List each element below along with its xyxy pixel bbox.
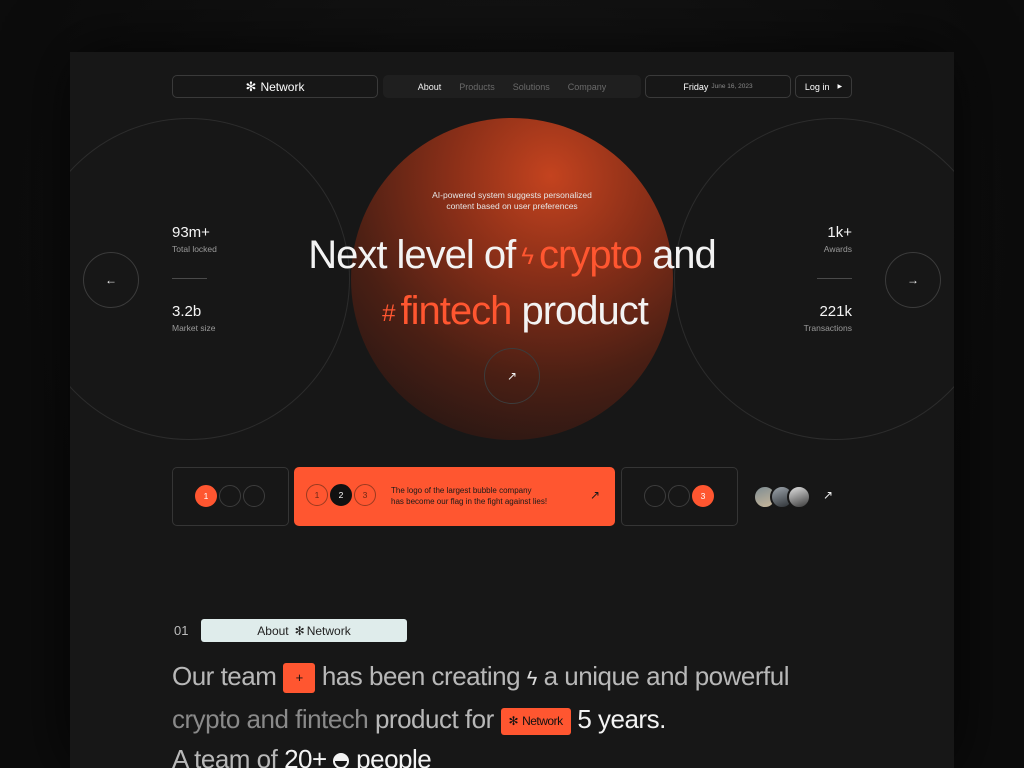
- about-network-pill: About ✻ Network: [201, 619, 407, 642]
- slide-dot[interactable]: [644, 485, 666, 507]
- slide-dot[interactable]: 2: [330, 484, 352, 506]
- hero-tagline: AI-powered system suggests personalized …: [412, 190, 612, 212]
- nav-about[interactable]: About: [418, 82, 442, 92]
- next-button[interactable]: →: [885, 252, 941, 308]
- stat-label: Market size: [172, 323, 216, 333]
- login-label: Log in: [804, 81, 830, 92]
- asterisk-icon: ✻: [294, 623, 305, 638]
- lightning-icon: ϟ: [526, 668, 538, 690]
- avatar: [787, 485, 811, 509]
- hero-cta-button[interactable]: ↗: [484, 348, 540, 404]
- text-our-team: Our team: [172, 661, 277, 691]
- headline-highlight-fintech: fintech: [400, 289, 512, 334]
- pill-label: About: [257, 623, 289, 638]
- text-crypto-fintech: crypto and fintech: [172, 704, 369, 734]
- slide-dot[interactable]: 1: [195, 485, 217, 507]
- slide-dot[interactable]: 3: [692, 485, 714, 507]
- date-day: Friday: [683, 81, 709, 92]
- logo-text: Network: [260, 79, 305, 94]
- text-people: people: [356, 744, 432, 768]
- login-button[interactable]: Log in ▶: [795, 75, 852, 98]
- slide-dot[interactable]: 3: [354, 484, 376, 506]
- section-number: 01: [174, 623, 189, 638]
- slide-card-2-active[interactable]: 1 2 3 The logo of the largest bubble com…: [294, 467, 615, 526]
- text-20plus: 20+: [284, 744, 327, 768]
- date-full: June 16, 2023: [711, 83, 753, 90]
- about-statement: Our team + has been creating ϟ a unique …: [172, 656, 872, 768]
- lightning-icon: ϟ: [521, 243, 534, 271]
- nav-company[interactable]: Company: [568, 82, 607, 92]
- hero-headline: Next level of ϟ crypto and # fintech produc…: [220, 228, 804, 341]
- arrow-up-right-icon: ↗: [506, 369, 518, 383]
- tagline-line1: AI-powered system suggests personalized: [432, 190, 592, 200]
- pill-brand: Network: [306, 623, 351, 638]
- arrow-up-right-icon[interactable]: ↗: [823, 488, 833, 502]
- asterisk-icon: ✻: [245, 78, 257, 94]
- hash-icon: #: [382, 299, 395, 327]
- half-circle-icon: [333, 753, 350, 768]
- arrow-up-right-icon[interactable]: ↗: [590, 488, 600, 502]
- headline-highlight-crypto: crypto: [539, 233, 643, 277]
- stat-total-locked: 93m+ Total locked: [172, 224, 217, 254]
- text-product-for: product for: [374, 704, 494, 734]
- slide-text: The logo of the largest bubble company h…: [391, 485, 547, 507]
- slide-dot[interactable]: [243, 485, 265, 507]
- badge-text: Network: [522, 714, 563, 729]
- network-badge: ✻ Network: [500, 707, 571, 735]
- slide-dot[interactable]: [219, 485, 241, 507]
- site-frame: ✻ Network About Products Solutions Compa…: [70, 52, 954, 768]
- stat-awards: 1k+ Awards: [770, 224, 852, 254]
- main-nav: About Products Solutions Company: [383, 75, 641, 98]
- tagline-line2: content based on user preferences: [446, 201, 578, 211]
- headline-part3: product: [521, 289, 648, 334]
- stat-transactions: 221k Transactions: [770, 303, 852, 333]
- logo-bar[interactable]: ✻ Network: [172, 75, 378, 98]
- text-team-of: A team of: [172, 744, 278, 768]
- stat-value: 93m+: [172, 224, 210, 241]
- slide-text-line2: has become our flag in the fight against…: [391, 497, 548, 506]
- stat-label: Total locked: [172, 244, 217, 254]
- slide-dots: 3: [644, 485, 714, 507]
- arrow-right-icon: →: [907, 273, 919, 287]
- date-display: Friday June 16, 2023: [645, 75, 791, 98]
- caret-right-icon: ▶: [837, 84, 843, 90]
- plus-icon: +: [283, 663, 316, 694]
- nav-products[interactable]: Products: [459, 82, 495, 92]
- stat-divider: [172, 278, 207, 279]
- headline-part1: Next level of: [308, 233, 516, 277]
- text-has-been-creating: has been creating: [321, 661, 521, 691]
- text-5-years: 5 years.: [577, 704, 666, 734]
- stat-value: 3.2b: [172, 303, 202, 320]
- slide-dot[interactable]: 1: [306, 484, 328, 506]
- stat-market-size: 3.2b Market size: [172, 303, 215, 333]
- stat-label: Transactions: [803, 323, 852, 333]
- slide-card-1[interactable]: 1: [172, 467, 289, 526]
- arrow-left-icon: ←: [105, 273, 117, 287]
- stat-value: 1k+: [827, 224, 852, 241]
- asterisk-icon: ✻: [508, 714, 519, 729]
- slide-text-line1: The logo of the largest bubble company: [391, 486, 532, 495]
- slide-card-3[interactable]: 3: [621, 467, 738, 526]
- prev-button[interactable]: ←: [83, 252, 139, 308]
- headline-part2: and: [652, 233, 717, 277]
- slide-dots: 1 2 3: [306, 484, 376, 506]
- avatar-group[interactable]: [753, 485, 819, 509]
- stat-value: 221k: [819, 303, 852, 320]
- slide-dots: 1: [195, 485, 265, 507]
- stat-divider: [817, 278, 852, 279]
- text-unique: a unique and powerful: [543, 661, 790, 691]
- stat-label: Awards: [823, 244, 852, 254]
- nav-solutions[interactable]: Solutions: [513, 82, 550, 92]
- slide-dot[interactable]: [668, 485, 690, 507]
